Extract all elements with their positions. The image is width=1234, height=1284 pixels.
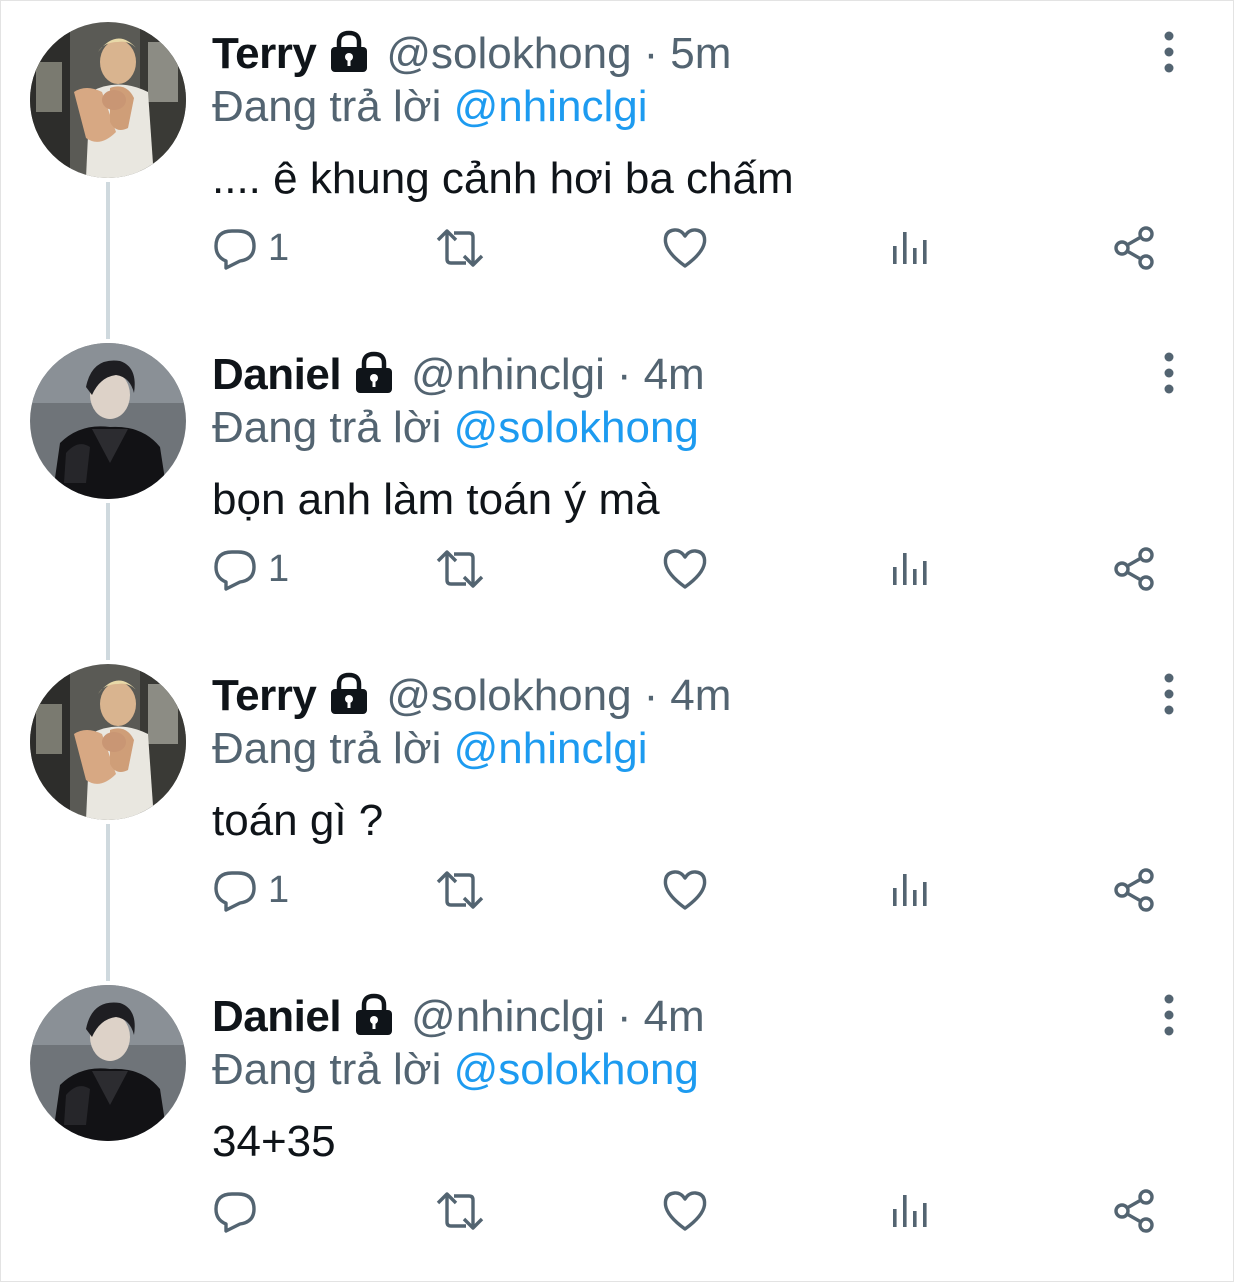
user-handle[interactable]: @solokhong [386, 29, 631, 79]
share-icon [1112, 867, 1158, 913]
like-button[interactable] [662, 1181, 708, 1241]
display-name[interactable]: Terry [212, 671, 317, 721]
display-name[interactable]: Daniel [212, 992, 342, 1042]
more-vertical-icon[interactable] [1152, 30, 1186, 74]
share-button[interactable] [1112, 860, 1158, 920]
share-button[interactable] [1112, 218, 1158, 278]
share-icon [1112, 225, 1158, 271]
like-button[interactable] [662, 539, 708, 599]
mention-link[interactable]: @solokhong [454, 403, 699, 452]
views-button[interactable] [890, 1181, 930, 1241]
views-icon [890, 549, 930, 589]
retweet-button[interactable] [434, 218, 486, 278]
tweet-text: .... ê khung cảnh hơi ba chấm [212, 154, 794, 203]
like-button[interactable] [662, 218, 708, 278]
tweet[interactable]: Terry @solokhong · 4m Đang trả lời @nhin… [0, 642, 1234, 963]
tweet-actions: 1 [212, 539, 1172, 599]
replying-to: Đang trả lời @solokhong [212, 403, 699, 453]
tweet-text: bọn anh làm toán ý mà [212, 475, 660, 524]
retweet-button[interactable] [434, 1181, 486, 1241]
mention-link[interactable]: @nhinclgi [454, 724, 648, 773]
replying-to: Đang trả lời @nhinclgi [212, 724, 648, 774]
separator-dot: · [643, 671, 659, 720]
reply-button[interactable]: 1 [212, 860, 289, 920]
views-button[interactable] [890, 860, 930, 920]
timestamp[interactable]: 5m [670, 29, 731, 79]
user-handle[interactable]: @nhinclgi [411, 992, 605, 1042]
mention-link[interactable]: @nhinclgi [454, 82, 648, 131]
user-handle[interactable]: @solokhong [386, 671, 631, 721]
display-name[interactable]: Daniel [212, 350, 342, 400]
tweet[interactable]: Daniel @nhinclgi · 4m Đang trả lời @solo… [0, 963, 1234, 1284]
replying-to-label: Đang trả lời [212, 82, 442, 131]
tweet-header: Daniel @nhinclgi · 4m [212, 989, 705, 1045]
tweet-actions: 1 [212, 860, 1172, 920]
mention-link[interactable]: @solokhong [454, 1045, 699, 1094]
reply-count: 1 [268, 868, 290, 911]
timestamp[interactable]: 4m [644, 350, 705, 400]
avatar[interactable] [30, 22, 186, 178]
retweet-icon [434, 1188, 486, 1234]
share-icon [1112, 1188, 1158, 1234]
tweet-text: 34+35 [212, 1117, 336, 1166]
user-handle[interactable]: @nhinclgi [411, 350, 605, 400]
replying-to-label: Đang trả lời [212, 1045, 442, 1094]
avatar[interactable] [30, 343, 186, 499]
more-vertical-icon[interactable] [1152, 672, 1186, 716]
retweet-icon [434, 867, 486, 913]
replying-to-label: Đang trả lời [212, 403, 442, 452]
reply-icon [212, 867, 258, 913]
display-name[interactable]: Terry [212, 29, 317, 79]
avatar[interactable] [30, 985, 186, 1141]
heart-icon [662, 226, 708, 270]
retweet-icon [434, 225, 486, 271]
lock-icon [326, 672, 372, 716]
heart-icon [662, 1189, 708, 1233]
reply-icon [212, 225, 258, 271]
timestamp[interactable]: 4m [670, 671, 731, 721]
more-vertical-icon[interactable] [1152, 351, 1186, 395]
reply-count: 1 [268, 226, 290, 269]
reply-button[interactable]: 1 [212, 218, 289, 278]
tweet-header: Terry @solokhong · 5m [212, 26, 731, 82]
heart-icon [662, 868, 708, 912]
like-button[interactable] [662, 860, 708, 920]
views-icon [890, 870, 930, 910]
lock-icon [326, 30, 372, 74]
timestamp[interactable]: 4m [644, 992, 705, 1042]
retweet-icon [434, 546, 486, 592]
tweet[interactable]: Terry @solokhong · 5m Đang trả lời @nhin… [0, 0, 1234, 321]
lock-icon [351, 351, 397, 395]
share-icon [1112, 546, 1158, 592]
reply-button[interactable]: 1 [212, 539, 289, 599]
views-icon [890, 1191, 930, 1231]
tweet-actions: 1 [212, 218, 1172, 278]
replying-to: Đang trả lời @solokhong [212, 1045, 699, 1095]
tweet-actions [212, 1181, 1172, 1241]
share-button[interactable] [1112, 1181, 1158, 1241]
separator-dot: · [616, 992, 632, 1041]
views-icon [890, 228, 930, 268]
reply-button[interactable] [212, 1181, 268, 1241]
avatar[interactable] [30, 664, 186, 820]
views-button[interactable] [890, 218, 930, 278]
tweet-text: toán gì ? [212, 796, 384, 845]
tweet-header: Terry @solokhong · 4m [212, 668, 731, 724]
more-vertical-icon[interactable] [1152, 993, 1186, 1037]
share-button[interactable] [1112, 539, 1158, 599]
replying-to: Đang trả lời @nhinclgi [212, 82, 648, 132]
retweet-button[interactable] [434, 860, 486, 920]
replying-to-label: Đang trả lời [212, 724, 442, 773]
tweet[interactable]: Daniel @nhinclgi · 4m Đang trả lời @solo… [0, 321, 1234, 642]
retweet-button[interactable] [434, 539, 486, 599]
views-button[interactable] [890, 539, 930, 599]
heart-icon [662, 547, 708, 591]
lock-icon [351, 993, 397, 1037]
separator-dot: · [643, 29, 659, 78]
reply-count: 1 [268, 547, 290, 590]
tweet-header: Daniel @nhinclgi · 4m [212, 347, 705, 403]
reply-icon [212, 1188, 258, 1234]
reply-icon [212, 546, 258, 592]
separator-dot: · [616, 350, 632, 399]
